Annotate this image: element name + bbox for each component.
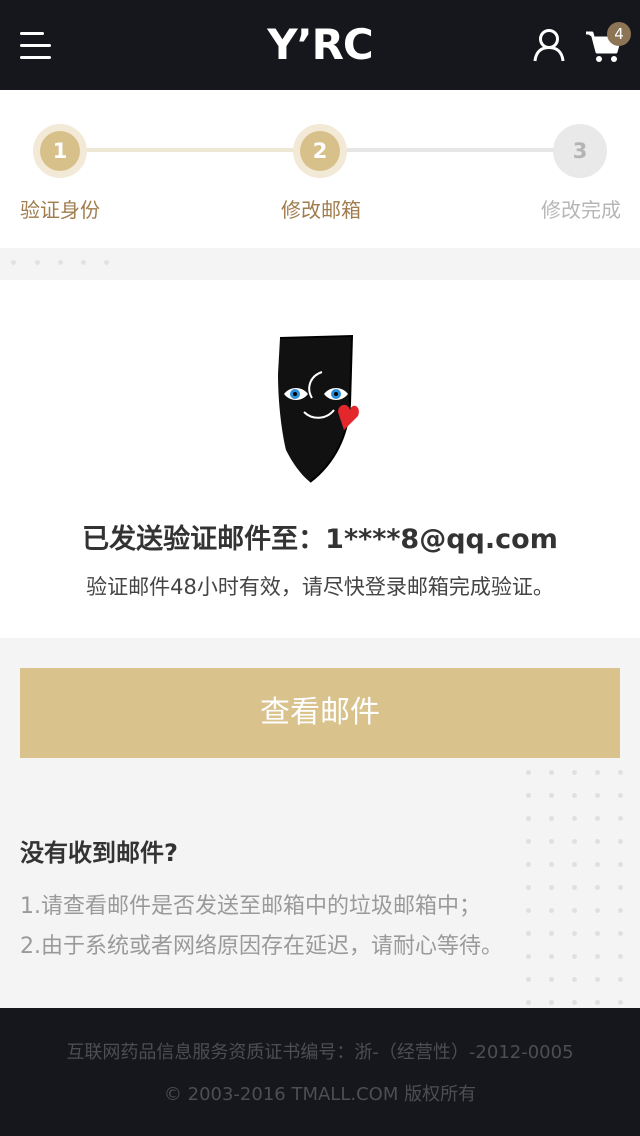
decorative-dot [549, 770, 554, 775]
decorative-dot [572, 770, 577, 775]
decorative-dot [595, 954, 600, 959]
decorative-dot [595, 793, 600, 798]
decorative-dot [572, 885, 577, 890]
help-item: 2.由于系统或者网络原因存在延迟，请耐心等待。 [20, 934, 503, 959]
decorative-dot [595, 816, 600, 821]
decorative-dot [618, 862, 623, 867]
decorative-dot [618, 908, 623, 913]
decorative-dot [572, 816, 577, 821]
decorative-dot [549, 954, 554, 959]
license-text: 互联网药品信息服务资质证书编号：浙-（经营性）-2012-0005 [66, 1042, 574, 1063]
decorative-dot [618, 816, 623, 821]
decorative-dot [572, 839, 577, 844]
decorative-dot [595, 931, 600, 936]
decorative-dot [549, 885, 554, 890]
decorative-dot [572, 1000, 577, 1005]
decorative-dot [618, 770, 623, 775]
decorative-dot [572, 954, 577, 959]
decorative-dot [526, 816, 531, 821]
decorative-dot [549, 816, 554, 821]
view-email-button[interactable]: 查看邮件 [20, 668, 620, 758]
help-title: 没有收到邮件? [20, 839, 178, 867]
decorative-dot [618, 1000, 623, 1005]
footer: 互联网药品信息服务资质证书编号：浙-（经营性）-2012-0005 © 2003… [0, 1008, 640, 1136]
step-connector-2 [320, 148, 580, 152]
decorative-dot [618, 931, 623, 936]
decorative-dot [572, 793, 577, 798]
step-1-label: 验证身份 [20, 198, 100, 222]
decorative-dot [595, 908, 600, 913]
help-item: 1.请查看邮件是否发送至邮箱中的垃圾邮箱中； [20, 894, 481, 919]
decorative-dot [595, 862, 600, 867]
decorative-dot [618, 977, 623, 982]
decorative-dot [526, 862, 531, 867]
decorative-dot [526, 954, 531, 959]
step-3-number: 3 [560, 131, 600, 171]
email-validity-note: 验证邮件48小时有效，请尽快登录邮箱完成验证。 [86, 575, 554, 599]
decorative-dot [595, 770, 600, 775]
decorative-dot [526, 770, 531, 775]
email-sent-title: 已发送验证邮件至：1****8@qq.com [82, 524, 558, 555]
copyright-text: © 2003-2016 TMALL.COM 版权所有 [163, 1084, 477, 1105]
decorative-dot [572, 931, 577, 936]
decorative-dot [549, 793, 554, 798]
decorative-dot [595, 885, 600, 890]
cart-count-badge: 4 [607, 22, 631, 46]
decorative-dots [0, 248, 640, 280]
decorative-dot-grid [520, 766, 640, 1008]
top-navbar: Y’RC 4 [0, 0, 640, 90]
decorative-dot [549, 908, 554, 913]
decorative-dot [572, 977, 577, 982]
mascot-face-icon [278, 334, 359, 483]
help-section: 查看邮件 没有收到邮件? 1.请查看邮件是否发送至邮箱中的垃圾邮箱中； 2.由于… [0, 638, 640, 1008]
step-2-label: 修改邮箱 [281, 198, 361, 222]
decorative-dot [549, 862, 554, 867]
step-3-circle: 3 [553, 124, 607, 178]
decorative-dot [526, 839, 531, 844]
decorative-dot [526, 793, 531, 798]
decorative-dot [618, 954, 623, 959]
email-sent-card: 已发送验证邮件至：1****8@qq.com 验证邮件48小时有效，请尽快登录邮… [0, 280, 640, 638]
decorative-dot [572, 908, 577, 913]
decorative-dot [526, 885, 531, 890]
decorative-dot [526, 977, 531, 982]
decorative-dot [526, 908, 531, 913]
decorative-dot [618, 793, 623, 798]
step-2-circle: 2 [293, 124, 347, 178]
decorative-dot [618, 885, 623, 890]
decorative-dot [572, 862, 577, 867]
decorative-dot [595, 977, 600, 982]
decorative-dot [549, 1000, 554, 1005]
step-2-number: 2 [300, 131, 340, 171]
decorative-dot [618, 839, 623, 844]
user-icon[interactable] [533, 28, 565, 62]
decorative-dot [526, 931, 531, 936]
step-connector-1 [60, 148, 320, 152]
step-1-number: 1 [40, 131, 80, 171]
decorative-dot [549, 931, 554, 936]
decorative-dot [595, 1000, 600, 1005]
decorative-dot [595, 839, 600, 844]
progress-steps: 1 2 3 验证身份 修改邮箱 修改完成 [0, 90, 640, 248]
decorative-dot [549, 839, 554, 844]
decorative-dot [549, 977, 554, 982]
decorative-dot [526, 1000, 531, 1005]
step-1-circle: 1 [33, 124, 87, 178]
step-3-label: 修改完成 [541, 198, 621, 222]
